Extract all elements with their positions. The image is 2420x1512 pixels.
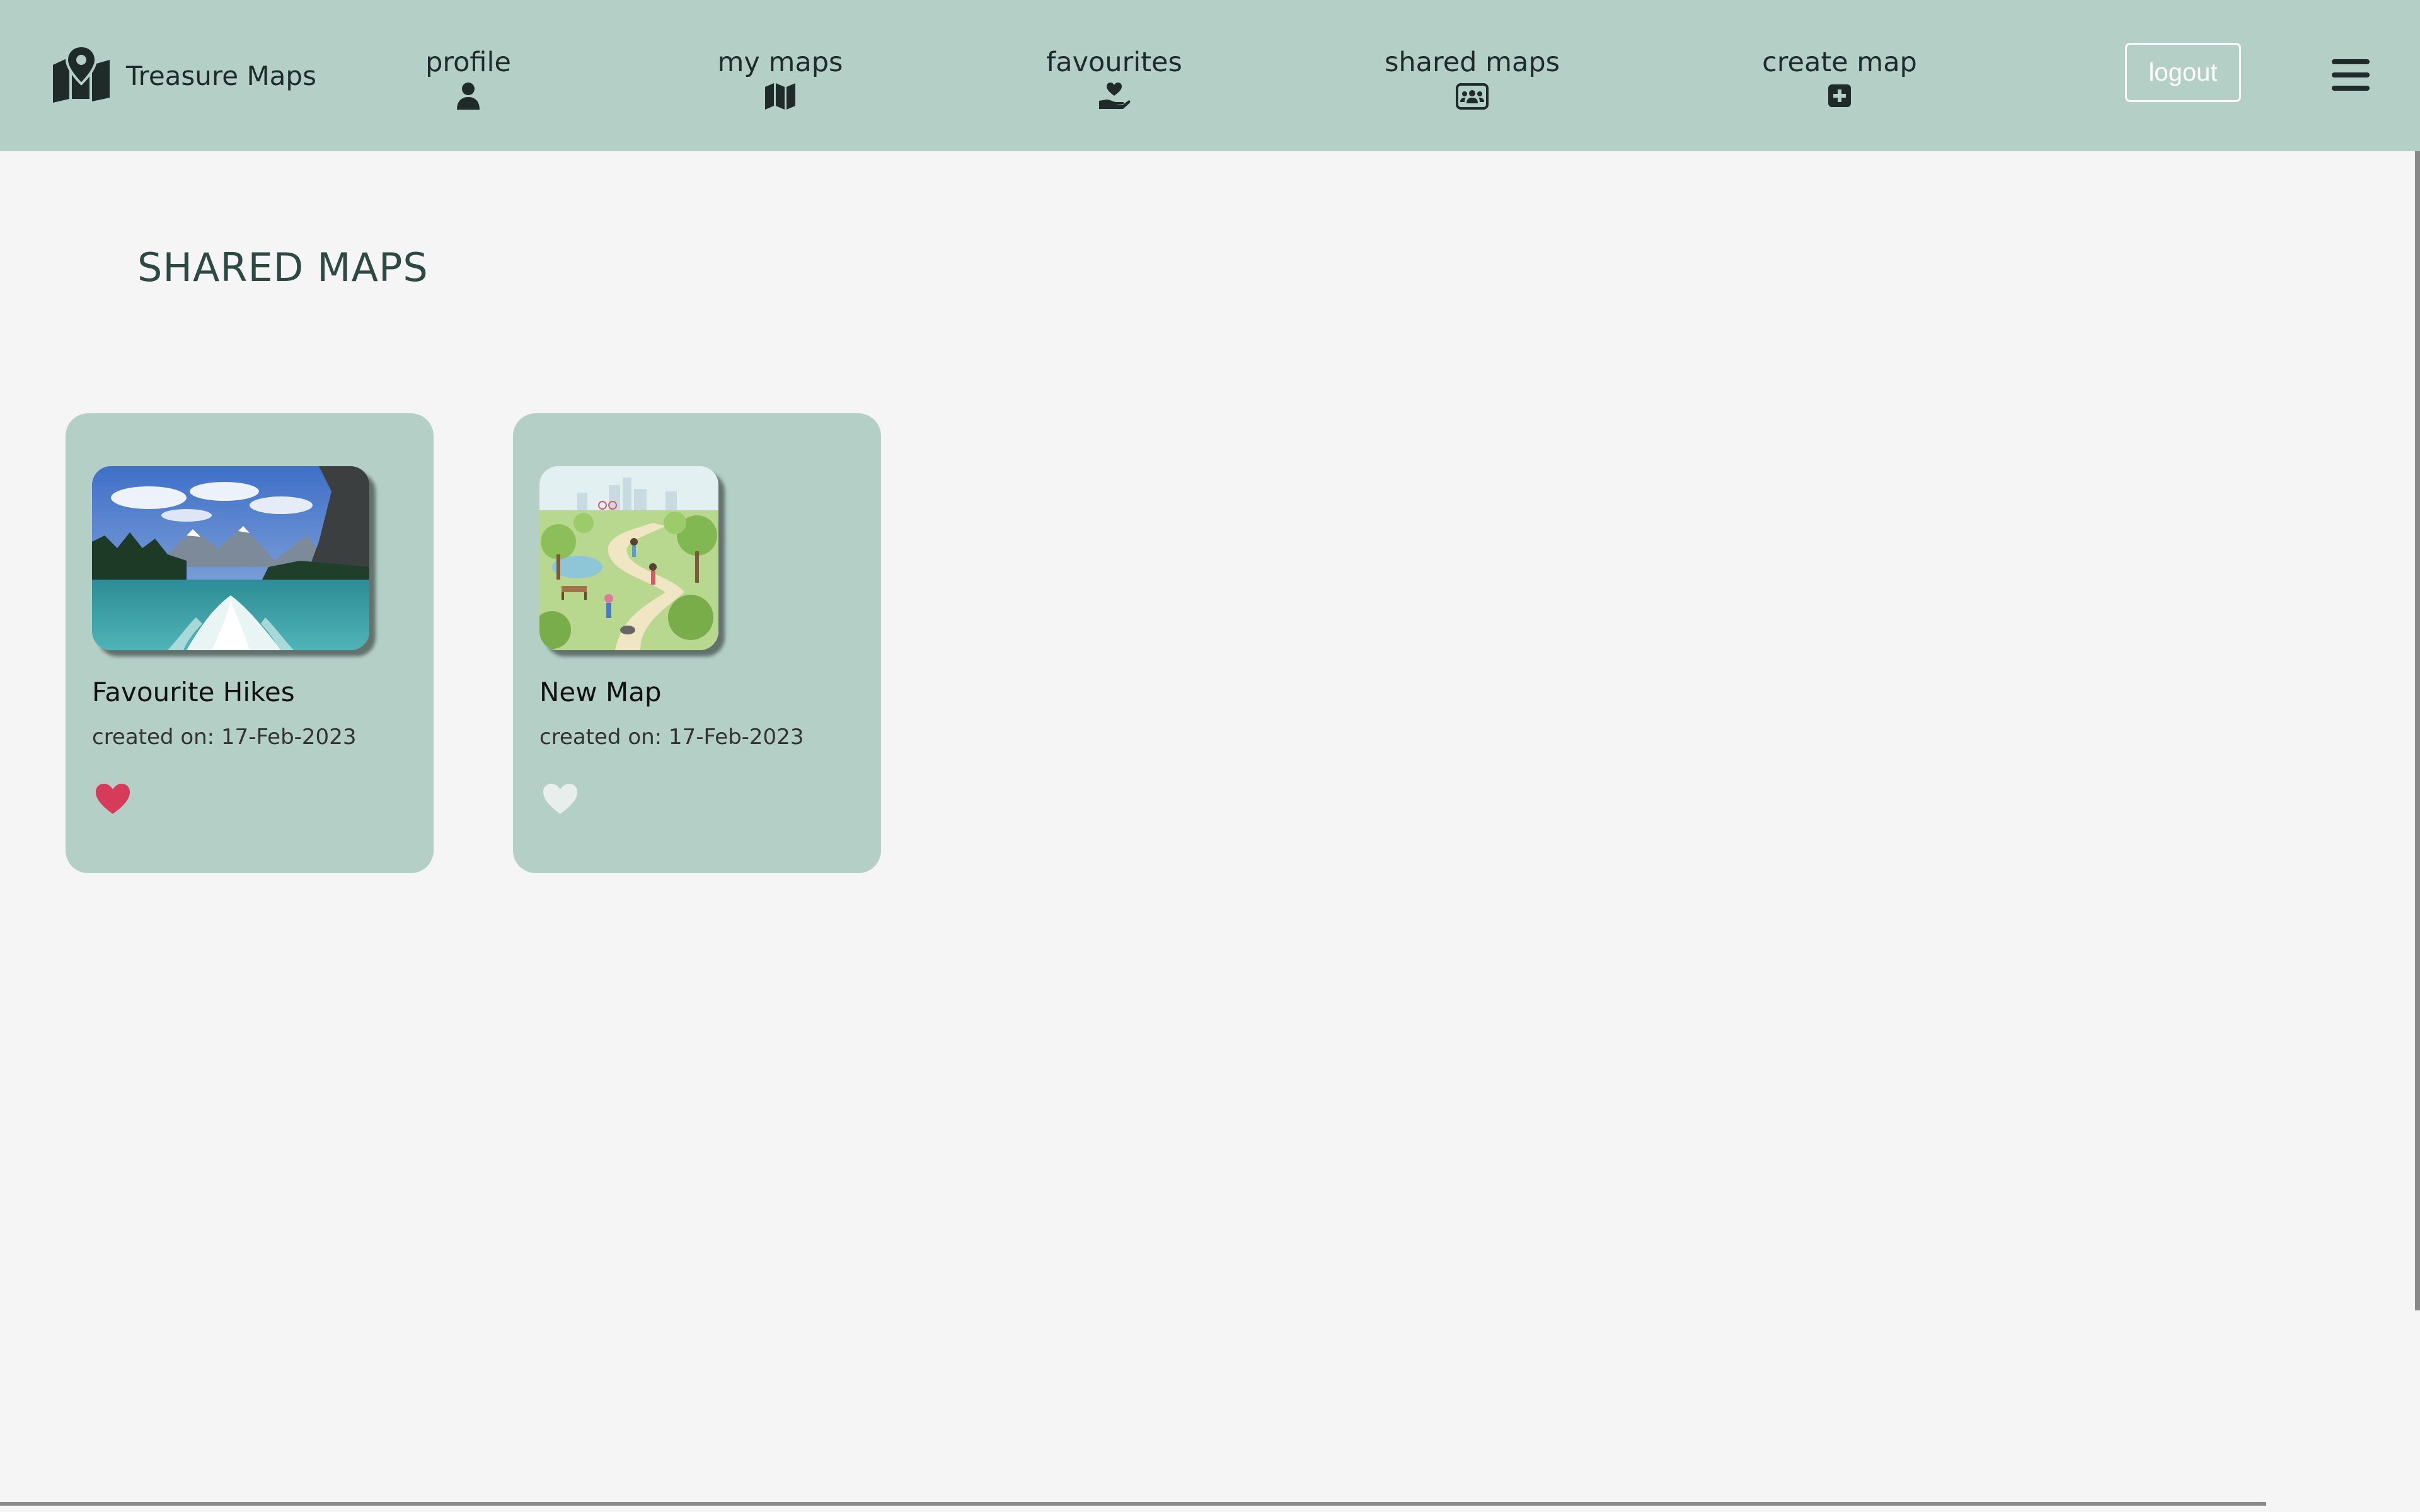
top-navbar: Treasure Maps profile my maps favourites… xyxy=(0,0,2420,151)
hamburger-menu-icon[interactable] xyxy=(2332,59,2370,91)
nav-shared-maps[interactable]: shared maps xyxy=(1365,44,1579,112)
map-card-title[interactable]: Favourite Hikes xyxy=(92,677,295,707)
nav-create-map[interactable]: create map xyxy=(1732,44,1947,112)
hand-heart-icon xyxy=(1007,82,1221,112)
nav-favourites[interactable]: favourites xyxy=(1007,44,1221,112)
nav-profile-label: profile xyxy=(425,47,511,78)
vertical-scrollbar[interactable] xyxy=(2415,151,2420,1310)
map-icon xyxy=(673,82,887,112)
map-card-date: created on: 17-Feb-2023 xyxy=(539,724,804,750)
nav-my-maps-label: my maps xyxy=(717,47,843,78)
plus-square-icon xyxy=(1732,82,1947,112)
logout-button[interactable]: logout xyxy=(2125,43,2241,102)
shared-users-icon xyxy=(1365,82,1579,112)
brand-name: Treasure Maps xyxy=(126,60,316,91)
nav-shared-maps-label: shared maps xyxy=(1384,47,1560,78)
nav-favourites-label: favourites xyxy=(1046,47,1182,78)
map-card[interactable]: Favourite Hikes created on: 17-Feb-2023 xyxy=(66,413,434,873)
heart-icon[interactable] xyxy=(542,782,579,815)
nav-create-map-label: create map xyxy=(1762,47,1917,78)
heart-icon[interactable] xyxy=(95,782,131,815)
park-illustration[interactable] xyxy=(539,466,718,650)
horizontal-scrollbar[interactable] xyxy=(0,1502,2266,1506)
user-icon xyxy=(361,82,575,112)
map-card-title[interactable]: New Map xyxy=(539,677,662,707)
brand[interactable]: Treasure Maps xyxy=(50,44,316,105)
map-pin-icon xyxy=(50,44,112,105)
nav-my-maps[interactable]: my maps xyxy=(673,44,887,112)
map-card-date: created on: 17-Feb-2023 xyxy=(92,724,357,750)
mountain-lake-photo[interactable] xyxy=(92,466,369,650)
map-card[interactable]: New Map created on: 17-Feb-2023 xyxy=(513,413,881,873)
nav-profile[interactable]: profile xyxy=(361,44,575,112)
page-title: SHARED MAPS xyxy=(137,244,429,290)
